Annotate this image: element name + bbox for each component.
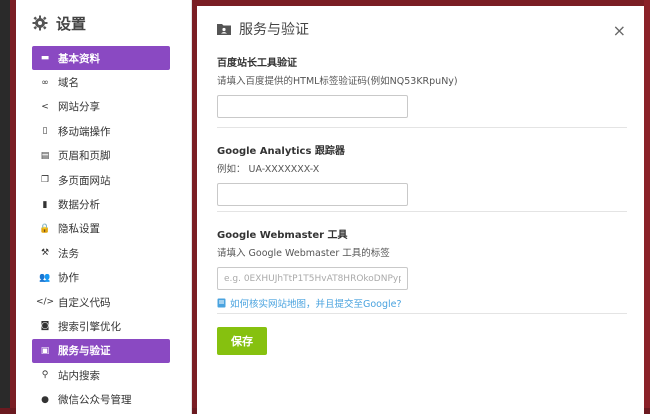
sidebar-item-label: 基本资料 — [58, 52, 100, 65]
sitemap-help-text: 如何核实网站地图，并且提交至Google? — [230, 299, 402, 310]
save-button[interactable]: 保存 — [217, 327, 267, 355]
sidebar-item-5[interactable]: ❐ 多页面网站 — [32, 168, 170, 192]
sidebar-item-label: 隐私设置 — [58, 223, 100, 236]
services-verification-panel: 服务与验证 × 百度站长工具验证 请填入百度提供的HTML标签验证码(例如NQ5… — [197, 6, 644, 414]
sidebar-item-label: 移动端操作 — [58, 125, 111, 138]
gavel-icon: ⚒ — [40, 248, 50, 259]
share-icon: < — [41, 101, 49, 112]
sidebar-item-12[interactable]: ▣ 服务与验证 — [32, 338, 170, 364]
section-divider — [217, 313, 627, 314]
code-icon: </> — [35, 297, 55, 308]
users-icon: 👥 — [39, 272, 51, 283]
section-divider — [217, 127, 627, 128]
book-icon — [217, 298, 226, 308]
sidebar-item-label: 网站分享 — [58, 101, 100, 114]
link-icon: ∞ — [41, 77, 49, 88]
analytics-section-title: Google Analytics 跟踪器 — [217, 146, 345, 157]
section-divider — [217, 211, 627, 212]
verify-folder-icon — [217, 24, 231, 35]
gear-icon — [32, 15, 48, 31]
sidebar-item-label: 多页面网站 — [58, 174, 111, 187]
panel-title: 服务与验证 — [239, 22, 309, 38]
sidebar-item-13[interactable]: ⚲ 站内搜索 — [32, 363, 170, 387]
sidebar-item-label: 服务与验证 — [58, 345, 111, 358]
baidu-code-input[interactable] — [217, 95, 408, 118]
sidebar-item-label: 协作 — [58, 272, 79, 285]
background-strip — [0, 0, 10, 414]
wechat-icon: ● — [41, 394, 49, 405]
search-icon: ⚲ — [41, 370, 49, 381]
sidebar-header: 设置 — [16, 0, 191, 46]
briefcase-icon: ▬ — [40, 53, 50, 64]
baidu-section-desc: 请填入百度提供的HTML标签验证码(例如NQ53KRpuNy) — [217, 76, 458, 87]
pages-icon: ❐ — [40, 175, 50, 186]
sidebar-item-label: 数据分析 — [58, 199, 100, 212]
sidebar-item-label: 自定义代码 — [58, 296, 111, 309]
sidebar-item-label: 页眉和页脚 — [58, 150, 111, 163]
sidebar-item-2[interactable]: < 网站分享 — [32, 95, 170, 119]
sidebar-item-3[interactable]: ▯ 移动端操作 — [32, 119, 170, 143]
sidebar-item-4[interactable]: ▤ 页眉和页脚 — [32, 144, 170, 168]
baidu-section-title: 百度站长工具验证 — [217, 58, 297, 69]
background-edge — [644, 0, 650, 414]
sidebar-item-14[interactable]: ● 微信公众号管理 — [32, 387, 170, 411]
sidebar-item-0[interactable]: ▬ 基本资料 — [32, 46, 170, 71]
analytics-section-desc: 例如： UA-XXXXXXX-X — [217, 164, 320, 175]
baidu-verification-section: 百度站长工具验证 请填入百度提供的HTML标签验证码(例如NQ53KRpuNy) — [217, 54, 627, 118]
sidebar-item-label: 域名 — [58, 77, 79, 90]
sidebar-item-1[interactable]: ∞ 域名 — [32, 70, 170, 94]
google-analytics-section: Google Analytics 跟踪器 例如： UA-XXXXXXX-X — [217, 142, 627, 206]
seo-icon: ◙ — [40, 321, 50, 332]
sidebar-item-label: 微信公众号管理 — [58, 394, 132, 407]
sidebar-item-7[interactable]: 🔒 隐私设置 — [32, 217, 170, 241]
panel-header: 服务与验证 — [197, 6, 644, 52]
sidebar-item-label: 法务 — [58, 247, 79, 260]
sidebar-item-6[interactable]: ▮ 数据分析 — [32, 192, 170, 216]
sidebar-item-11[interactable]: ◙ 搜索引擎优化 — [32, 314, 170, 338]
sidebar-item-9[interactable]: 👥 协作 — [32, 266, 170, 290]
bar-chart-icon: ▮ — [42, 199, 48, 210]
sidebar-item-8[interactable]: ⚒ 法务 — [32, 241, 170, 265]
google-webmaster-section: Google Webmaster 工具 请填入 Google Webmaster… — [217, 226, 627, 310]
webmaster-section-desc: 请填入 Google Webmaster 工具的标签 — [217, 248, 390, 259]
webmaster-section-title: Google Webmaster 工具 — [217, 230, 348, 241]
sidebar-item-10[interactable]: </> 自定义代码 — [32, 290, 170, 314]
analytics-tracker-input[interactable] — [217, 183, 408, 206]
webmaster-tag-input[interactable] — [217, 267, 408, 290]
sidebar-item-label: 站内搜索 — [58, 369, 100, 382]
mobile-icon: ▯ — [42, 126, 48, 137]
lock-icon: 🔒 — [39, 223, 51, 234]
header-footer-icon: ▤ — [40, 150, 50, 161]
sidebar-item-label: 搜索引擎优化 — [58, 320, 121, 333]
settings-nav: ▬ 基本资料 ∞ 域名 < 网站分享 ▯ 移动端操作 ▤ 页眉和页脚 ❐ 多页面网站 ▮ 数据分析 🔒 隐私设… — [16, 46, 191, 412]
settings-sidebar: 设置 ▬ 基本资料 ∞ 域名 < 网站分享 ▯ 移动端操作 ▤ 页眉和页脚 ❐ 多页面网站 ▮ 数据分析 🔒… — [16, 0, 192, 414]
close-button[interactable]: × — [613, 23, 626, 39]
sidebar-title: 设置 — [56, 14, 87, 33]
sitemap-help-link[interactable]: 如何核实网站地图，并且提交至Google? — [217, 296, 627, 310]
verify-folder-icon: ▣ — [40, 345, 50, 356]
